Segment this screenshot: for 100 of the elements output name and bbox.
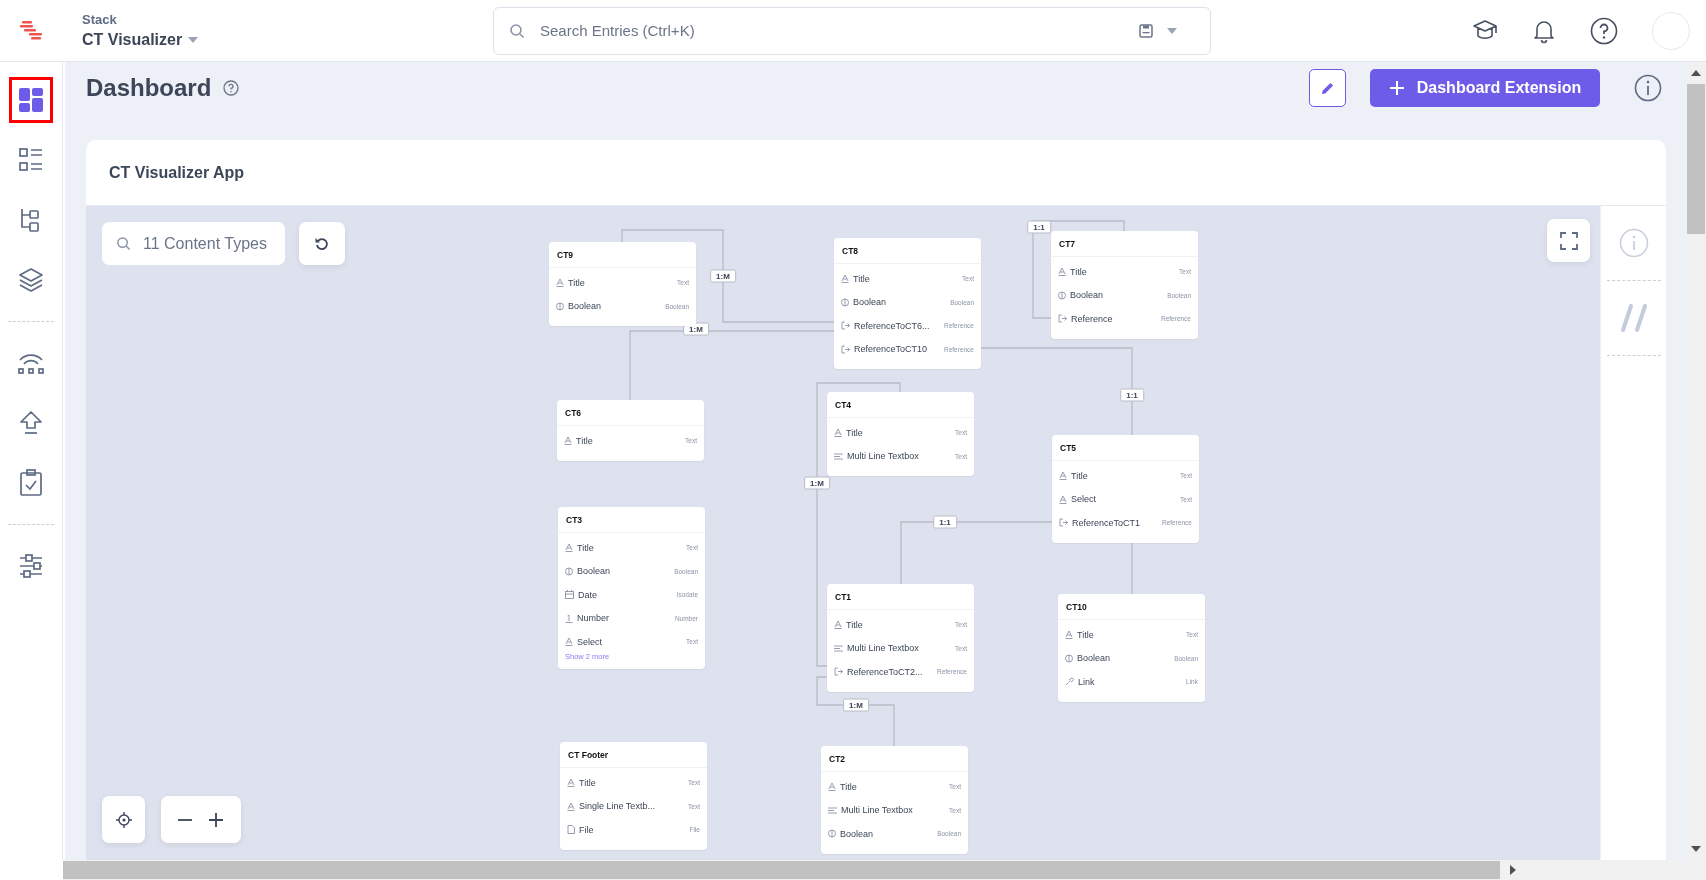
scroll-up-icon[interactable] [1691, 70, 1701, 76]
reference-icon [1059, 518, 1068, 528]
text-field-icon [567, 801, 575, 811]
field-name: Multi Line Textbox [841, 805, 913, 816]
relation-label: 1:M [804, 476, 830, 490]
field-name: Select [577, 636, 602, 647]
clipboard-check-icon [19, 469, 43, 497]
field-name: Title [579, 777, 596, 788]
target-icon [115, 811, 132, 828]
dashboard-nav-button[interactable] [9, 77, 53, 123]
fullscreen-button[interactable] [1547, 219, 1590, 262]
field-name: Title [576, 435, 593, 446]
field-name: Title [846, 427, 863, 438]
field-name: Title [840, 781, 857, 792]
field-name: Multi Line Textbox [847, 643, 919, 654]
field-name: Boolean [1070, 290, 1104, 301]
toggle-icon [841, 297, 849, 307]
content-type-name: CT2 [829, 753, 846, 764]
field-name: Single Line Textb... [579, 801, 655, 812]
text-field-icon [1059, 471, 1067, 481]
stack-label: Stack [82, 12, 118, 27]
vertical-scrollbar[interactable] [1686, 62, 1706, 860]
field-name: Title [853, 273, 870, 284]
search-field[interactable]: Search Entries (Ctrl+K) [493, 6, 1211, 55]
fullscreen-icon [1559, 231, 1578, 250]
save-icon[interactable] [1139, 23, 1153, 38]
field-name: Reference [1071, 313, 1113, 324]
field-name: Title [568, 277, 585, 288]
field-name: Boolean [577, 566, 611, 577]
relation-label: 1:M [843, 698, 869, 712]
help-icon[interactable] [223, 80, 240, 96]
reference-icon [834, 667, 843, 677]
recenter-button[interactable] [102, 796, 145, 843]
toggle-icon [1065, 653, 1073, 663]
field-name: File [579, 824, 594, 835]
text-field-icon [841, 274, 849, 284]
content-type-name: CT10 [1066, 601, 1087, 612]
info-icon[interactable] [1634, 74, 1662, 102]
relation-label: 1:1 [1027, 220, 1051, 234]
scrollbar-thumb[interactable] [63, 861, 1500, 879]
toggle-icon [1058, 290, 1066, 300]
text-field-icon [1058, 267, 1066, 277]
field-name: ReferenceToCT6... [854, 320, 930, 331]
text-field-icon [828, 782, 836, 792]
content-type-name: CT1 [835, 591, 852, 602]
content-type-search-field[interactable]: 11 Content Types [102, 222, 285, 265]
scroll-right-icon[interactable] [1510, 865, 1516, 875]
field-name: Boolean [1077, 653, 1111, 664]
relation-label: 1:1 [1120, 388, 1144, 402]
field-name: ReferenceToCT10 [854, 344, 928, 355]
multiline-icon [834, 451, 843, 461]
scrollbar-thumb[interactable] [1687, 84, 1705, 234]
field-name: Link [1078, 676, 1095, 687]
search-icon [116, 236, 131, 251]
multiline-icon [834, 643, 843, 653]
field-name: Boolean [568, 301, 602, 312]
upload-icon [19, 410, 43, 436]
file-icon [567, 825, 575, 835]
list-icon [18, 147, 44, 173]
reset-button[interactable] [299, 222, 345, 265]
help-icon[interactable] [1590, 16, 1618, 45]
toggle-icon [556, 301, 564, 311]
search-icon [509, 22, 525, 39]
field-name: Boolean [840, 828, 874, 839]
field-name: ReferenceToCT2... [847, 666, 923, 677]
text-field-icon [564, 436, 572, 446]
text-field-icon [565, 543, 573, 553]
field-name: Title [1071, 470, 1088, 481]
edit-button[interactable] [1309, 69, 1346, 107]
text-field-icon [565, 637, 573, 647]
text-field-icon [834, 428, 842, 438]
field-name: Multi Line Textbox [847, 451, 919, 462]
toggle-icon [828, 829, 836, 839]
dashboard-extension-button[interactable]: Dashboard Extension [1370, 69, 1600, 107]
content-type-name: CT4 [835, 399, 852, 410]
field-name: Number [577, 613, 609, 624]
card-title: CT Visualizer App [109, 163, 245, 182]
scroll-down-icon[interactable] [1691, 846, 1701, 852]
field-name: Select [1071, 494, 1096, 505]
content-type-name: CT7 [1059, 238, 1076, 249]
reference-icon [1058, 314, 1067, 324]
content-type-name: CT Footer [568, 749, 609, 760]
content-type-name: CT8 [842, 245, 859, 256]
dashboard-icon [18, 87, 44, 113]
calendar-icon [565, 590, 574, 600]
content-type-name: CT9 [557, 249, 574, 260]
stack-switcher[interactable]: CT Visualizer [82, 31, 493, 49]
pencil-icon [1320, 81, 1335, 95]
layers-icon [18, 267, 44, 293]
plus-icon [208, 811, 224, 828]
signal-icon [17, 351, 45, 375]
caret-icon[interactable] [1167, 27, 1177, 34]
plus-icon [1388, 80, 1405, 96]
multiline-icon [828, 805, 837, 815]
reference-icon [841, 344, 850, 354]
field-name: Boolean [853, 297, 887, 308]
relation-label: 1:M [710, 269, 736, 283]
sliders-icon [18, 553, 44, 579]
field-name: Date [578, 589, 597, 600]
horizontal-scrollbar[interactable] [63, 860, 1706, 880]
